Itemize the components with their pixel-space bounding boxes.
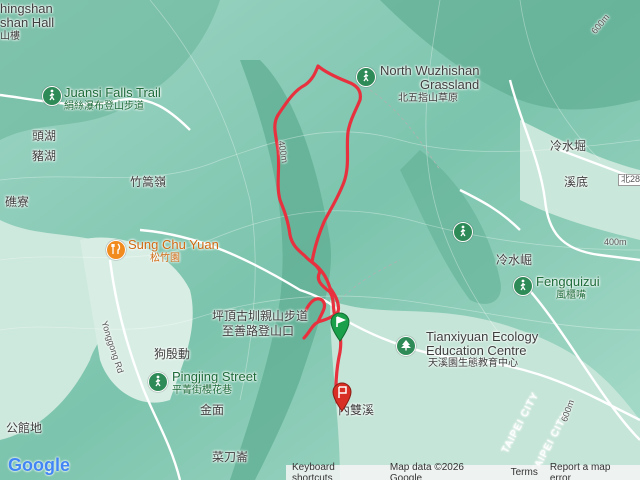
hiker-icon[interactable] (513, 276, 533, 296)
poi-label-sungchuyuan-zh[interactable]: 松竹園 (150, 253, 180, 264)
map-data-attribution: Map data ©2026 Google (389, 461, 464, 480)
place-label-jinmian: 金面 (200, 403, 225, 417)
place-label-pingding-2: 至善路登山口 (222, 324, 295, 338)
contour-label-3: 400m (604, 237, 627, 247)
poi-label-juansi-zh[interactable]: 絹絲瀑布登山步道 (64, 101, 144, 112)
start-flag-icon[interactable] (330, 312, 350, 347)
place-label-pingding-1: 坪頂古圳親山步道 (212, 309, 309, 323)
place-label-boliao: 礁寮 (5, 195, 30, 209)
terrain-layer (0, 0, 640, 480)
google-logo-text: Google (8, 455, 70, 475)
place-label-gongguandi: 公館地 (6, 421, 43, 435)
hiker-icon[interactable] (453, 222, 473, 242)
place-label-top-left-3: 山樓 (0, 31, 20, 42)
place-label-xidi: 溪底 (564, 175, 589, 189)
restaurant-icon[interactable] (106, 240, 126, 260)
map-footer: Keyboard shortcuts Map data ©2026 Google… (286, 461, 640, 480)
park-icon[interactable] (396, 336, 416, 356)
end-pin-icon[interactable] (332, 382, 352, 417)
poi-label-pingjing-en[interactable]: Pingjing Street (172, 369, 257, 384)
place-label-caidaoyi: 菜刀崙 (212, 450, 249, 464)
terms-link[interactable]: Terms (511, 467, 538, 478)
poi-label-wuzhi-zh[interactable]: 北五指山草原 (398, 93, 458, 104)
poi-label-tianxiyuan-zh[interactable]: 天溪園生態教育中心 (428, 358, 518, 369)
place-label-lengshuijue: 冷水堀 (550, 139, 587, 153)
place-label-toohu: 頭湖 (32, 129, 57, 143)
road-shield-bei28: 北28 (618, 174, 640, 186)
place-label-lengshuikeng: 冷水崛 (496, 253, 533, 267)
hiker-icon[interactable] (148, 372, 168, 392)
google-logo[interactable]: Google (8, 455, 70, 476)
place-label-top-left-2: shan Hall (0, 15, 55, 30)
map-view[interactable]: hingshan shan Hall 山樓 Juansi Falls Trail… (0, 0, 640, 480)
place-label-zhugaoling: 竹篙嶺 (130, 175, 167, 189)
poi-label-fengqui-zh[interactable]: 風櫃嘴 (556, 290, 586, 301)
poi-label-juansi-en[interactable]: Juansi Falls Trail (64, 85, 161, 100)
keyboard-shortcuts-link[interactable]: Keyboard shortcuts (292, 462, 378, 480)
hiker-icon[interactable] (42, 86, 62, 106)
report-error-link[interactable]: Report a map error (550, 462, 634, 480)
poi-label-fengqui-en[interactable]: Fengquizui (536, 274, 600, 289)
place-label-goudian: 狗殷動 (154, 347, 191, 361)
poi-label-sungchuyuan-en[interactable]: Sung Chu Yuan (128, 237, 219, 252)
hiker-icon[interactable] (356, 67, 376, 87)
poi-label-pingjing-zh[interactable]: 平菁街櫻花巷 (172, 385, 232, 396)
poi-label-tianxiyuan-en-2[interactable]: Education Centre (426, 343, 526, 358)
poi-label-wuzhi-en-2[interactable]: Grassland (420, 77, 479, 92)
place-label-zhuhu: 豬湖 (32, 149, 57, 163)
